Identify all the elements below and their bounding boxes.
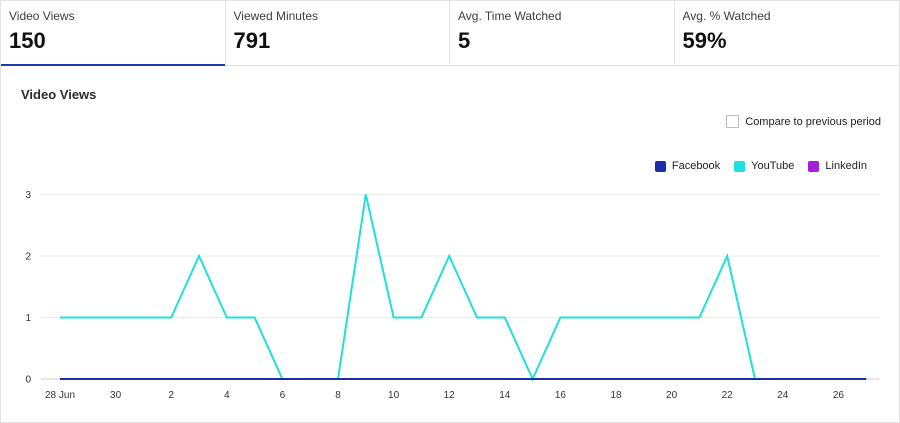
y-tick-label: 1 — [25, 313, 31, 324]
kpi-value: 5 — [458, 28, 471, 53]
compare-label: Compare to previous period — [745, 115, 881, 128]
kpi-label: Avg. % Watched — [682, 9, 771, 23]
x-tick-label: 4 — [224, 390, 230, 401]
x-tick-label: 30 — [110, 390, 122, 401]
legend-swatch — [734, 160, 746, 172]
compare-checkbox[interactable] — [726, 115, 740, 128]
chart-gridlines — [41, 194, 879, 380]
compare-toggle[interactable]: Compare to previous period — [726, 115, 881, 128]
y-tick-label: 3 — [25, 190, 31, 201]
legend-swatch — [654, 160, 666, 172]
legend-item-facebook[interactable]: Facebook — [654, 160, 721, 172]
x-tick-label: 14 — [499, 390, 511, 401]
x-tick-label: 6 — [280, 390, 286, 401]
legend-label: Facebook — [671, 160, 721, 172]
x-tick-label: 12 — [444, 390, 456, 401]
x-tick-label: 10 — [388, 390, 400, 401]
x-tick-label: 16 — [555, 390, 567, 401]
kpi-label: Avg. Time Watched — [458, 9, 562, 23]
video-analytics-widget: Video Views 150 Viewed Minutes 791 Avg. … — [0, 0, 900, 423]
x-tick-label: 2 — [168, 390, 174, 401]
kpi-label: Viewed Minutes — [233, 9, 319, 23]
chart-legend: Facebook YouTube LinkedIn — [641, 160, 867, 172]
x-tick-label: 24 — [777, 390, 789, 401]
chart-series — [60, 194, 867, 382]
kpi-tabs: Video Views 150 Viewed Minutes 791 Avg. … — [1, 1, 899, 66]
x-tick-label: 26 — [833, 390, 845, 401]
kpi-label: Video Views — [9, 9, 75, 23]
chart-title: Video Views — [21, 87, 97, 102]
series-line-youtube — [60, 194, 867, 382]
kpi-value: 150 — [9, 28, 46, 53]
kpi-tab-video-views[interactable]: Video Views 150 — [1, 1, 226, 66]
legend-item-linkedin[interactable]: LinkedIn — [808, 160, 867, 172]
legend-label: LinkedIn — [825, 160, 867, 172]
kpi-tab-avg-time-watched[interactable]: Avg. Time Watched 5 — [450, 1, 675, 65]
y-axis-ticks: 0 1 2 3 — [25, 190, 31, 386]
legend-label: YouTube — [751, 160, 795, 172]
kpi-value: 59% — [682, 28, 727, 53]
kpi-tab-viewed-minutes[interactable]: Viewed Minutes 791 — [225, 1, 450, 65]
x-axis-ticks: 28 Jun 30 2 4 6 8 10 12 14 16 18 20 22 24 26 — [45, 390, 844, 401]
x-tick-label: 8 — [335, 390, 341, 401]
x-tick-label: 18 — [610, 390, 622, 401]
x-tick-label: 22 — [722, 390, 734, 401]
legend-item-youtube[interactable]: YouTube — [734, 160, 794, 172]
x-tick-label: 20 — [666, 390, 678, 401]
kpi-value: 791 — [233, 28, 271, 53]
y-tick-label: 2 — [25, 252, 31, 263]
legend-swatch — [808, 160, 820, 172]
y-tick-label: 0 — [25, 375, 31, 386]
kpi-tab-avg-percent-watched[interactable]: Avg. % Watched 59% — [674, 1, 899, 65]
x-tick-label: 28 Jun — [45, 390, 75, 401]
